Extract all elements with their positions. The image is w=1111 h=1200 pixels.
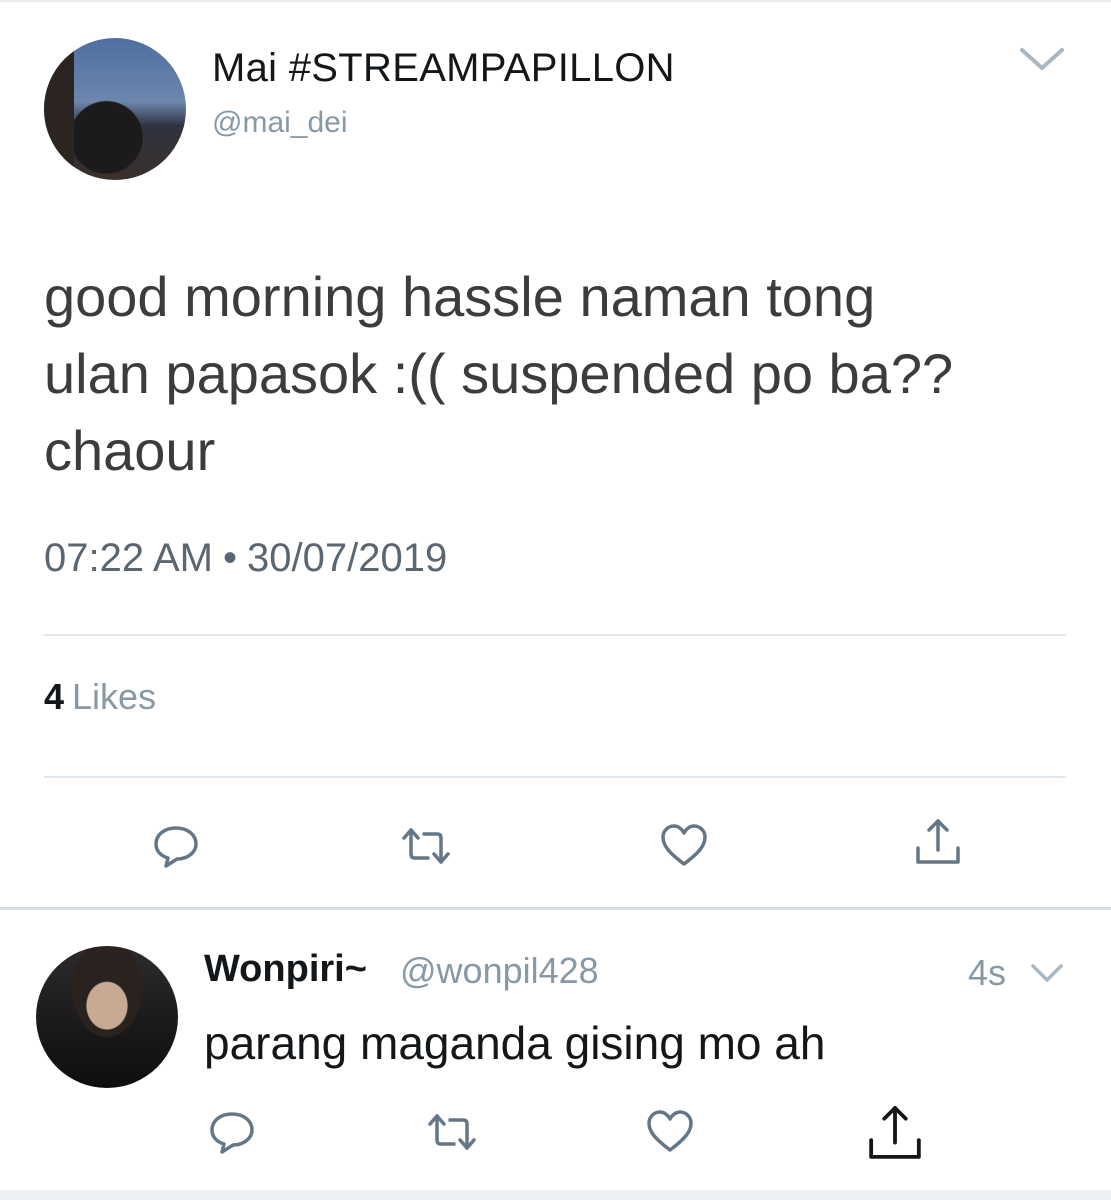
reply-time: 4s [968,952,1007,993]
likes-label: Likes [72,676,157,717]
author-handle[interactable]: @mai_dei [212,106,348,140]
share-icon[interactable] [864,1102,926,1164]
section-separator [0,907,1111,910]
reply-icon[interactable] [206,1106,258,1158]
chevron-down-icon[interactable] [1018,44,1066,74]
tweet-time: 07:22 AM [44,536,214,580]
tweet-timestamp: 07:22 AM • 30/07/2019 [44,536,447,581]
tweet-text: good morning hassle naman tong ulan papa… [44,265,954,482]
share-icon[interactable] [912,816,964,868]
retweet-icon[interactable] [426,1106,478,1158]
reply-avatar[interactable] [36,946,178,1088]
retweet-icon[interactable] [400,820,452,872]
reply-handle[interactable]: @wonpil428 [400,950,599,992]
author-avatar[interactable] [44,38,186,180]
bottom-strip [0,1190,1111,1200]
divider [44,634,1066,636]
chevron-down-icon[interactable] [1030,962,1064,984]
reply-text: parang maganda gising mo ah [204,1017,826,1069]
reply-display-name[interactable]: Wonpiri~ [204,948,367,991]
author-display-name[interactable]: Mai #STREAMPAPILLON [212,46,675,91]
like-icon[interactable] [658,820,710,872]
likes-stat[interactable]: 4 Likes [44,676,156,718]
like-icon[interactable] [644,1106,696,1158]
main-tweet: Mai #STREAMPAPILLON @mai_dei good mornin… [0,0,1111,908]
likes-count: 4 [44,676,65,717]
timestamp-separator: • [223,536,238,580]
divider [44,776,1066,778]
tweet-date: 30/07/2019 [247,536,448,580]
reply-icon[interactable] [150,820,202,872]
